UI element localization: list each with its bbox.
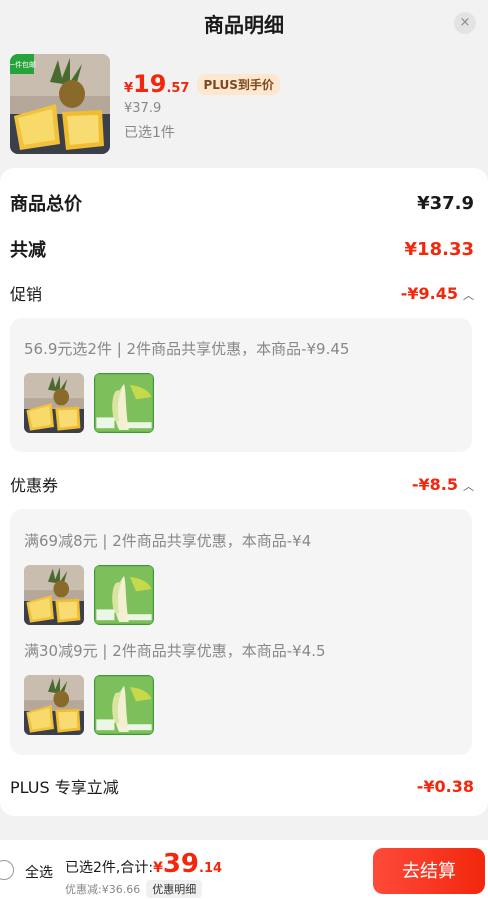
plus-price-tag: PLUS到手价	[197, 73, 280, 95]
coupon-thumbs-2	[24, 675, 154, 735]
total-label: 商品总价	[10, 194, 82, 215]
banana-thumbnail	[94, 565, 154, 625]
plus-value: -¥0.38	[416, 776, 474, 796]
discount-amount: 优惠减:¥36.66	[65, 883, 141, 896]
summary-prefix: 已选2件,合计:	[65, 860, 154, 876]
pineapple-thumbnail	[24, 373, 84, 433]
coupon-detail-box: 满69减8元 | 2件商品共享优惠，本商品-¥4 满30减9元 | 2件商品共享…	[10, 509, 472, 755]
promotion-value-wrap: -¥9.45 ︿	[401, 284, 474, 303]
promotion-rule: 56.9元选2件 | 2件商品共享优惠，本商品-¥9.45	[24, 340, 350, 358]
banana-thumbnail	[94, 373, 154, 433]
reduce-label: 共减	[10, 240, 46, 261]
select-all-label[interactable]: 全选	[25, 862, 53, 882]
product-summary: 一件包邮 ¥ 19 .57 PLUS到手价 ¥37.9 已选1件	[10, 54, 478, 158]
price-detail-card: 商品总价 ¥37.9 共减 ¥18.33 促销 -¥9.45 ︿ 56.9元选2件…	[0, 168, 488, 816]
price-symbol: ¥	[124, 81, 134, 96]
promotion-label: 促销	[10, 285, 43, 304]
coupon-thumbs-1	[24, 565, 154, 625]
coupon-rule-1: 满69减8元 | 2件商品共享优惠，本商品-¥4	[24, 532, 312, 550]
coupon-row[interactable]: 优惠券 -¥8.5 ︿	[10, 472, 474, 496]
pineapple-thumbnail	[24, 675, 84, 735]
promotion-row[interactable]: 促销 -¥9.45 ︿	[10, 281, 474, 305]
total-integer: 39	[162, 849, 200, 879]
coupon-rule-2: 满30减9元 | 2件商品共享优惠，本商品-¥4.5	[24, 642, 326, 660]
price-decimal: .57	[166, 81, 190, 96]
order-total: 已选2件,合计: ¥ 39 .14	[65, 849, 222, 879]
plus-row: PLUS 专享立减 -¥0.38	[10, 774, 474, 798]
product-badge: 一件包邮	[10, 60, 36, 69]
banana-thumbnail	[94, 675, 154, 735]
sheet-header: 商品明细 ×	[0, 0, 488, 48]
radio-unchecked-icon[interactable]	[0, 860, 14, 880]
price-integer: 19	[133, 70, 167, 98]
total-symbol: ¥	[153, 860, 163, 876]
checkout-button[interactable]: 去结算	[373, 848, 485, 894]
promotion-detail-box: 56.9元选2件 | 2件商品共享优惠，本商品-¥9.45	[10, 318, 472, 452]
reduce-row: 共减 ¥18.33	[10, 236, 474, 262]
coupon-value: -¥8.5	[411, 474, 458, 494]
original-price: ¥37.9	[124, 101, 162, 116]
promotion-value: -¥9.45	[400, 283, 458, 303]
coupon-label: 优惠券	[10, 476, 59, 495]
product-price: ¥ 19 .57 PLUS到手价	[124, 70, 280, 98]
reduce-value: ¥18.33	[404, 238, 474, 260]
pineapple-thumbnail	[24, 565, 84, 625]
total-row: 商品总价 ¥37.9	[10, 190, 474, 216]
coupon-value-wrap: -¥8.5 ︿	[412, 475, 474, 494]
picked-count: 已选1件	[124, 125, 175, 141]
page-title: 商品明细	[204, 13, 284, 37]
chevron-up-icon[interactable]: ︿	[463, 289, 474, 302]
close-icon[interactable]: ×	[454, 12, 476, 34]
plus-label: PLUS 专享立减	[10, 778, 119, 797]
total-value: ¥37.9	[417, 192, 474, 214]
checkout-bar: 全选 已选2件,合计: ¥ 39 .14 优惠减:¥36.66 优惠明细 去结算	[0, 840, 488, 899]
discount-detail-button[interactable]: 优惠明细	[146, 880, 203, 898]
chevron-up-icon[interactable]: ︿	[463, 480, 474, 493]
promotion-thumbs	[24, 373, 154, 433]
discount-line: 优惠减:¥36.66 优惠明细	[65, 880, 203, 898]
total-decimal: .14	[199, 861, 223, 876]
product-image: 一件包邮	[10, 54, 110, 154]
